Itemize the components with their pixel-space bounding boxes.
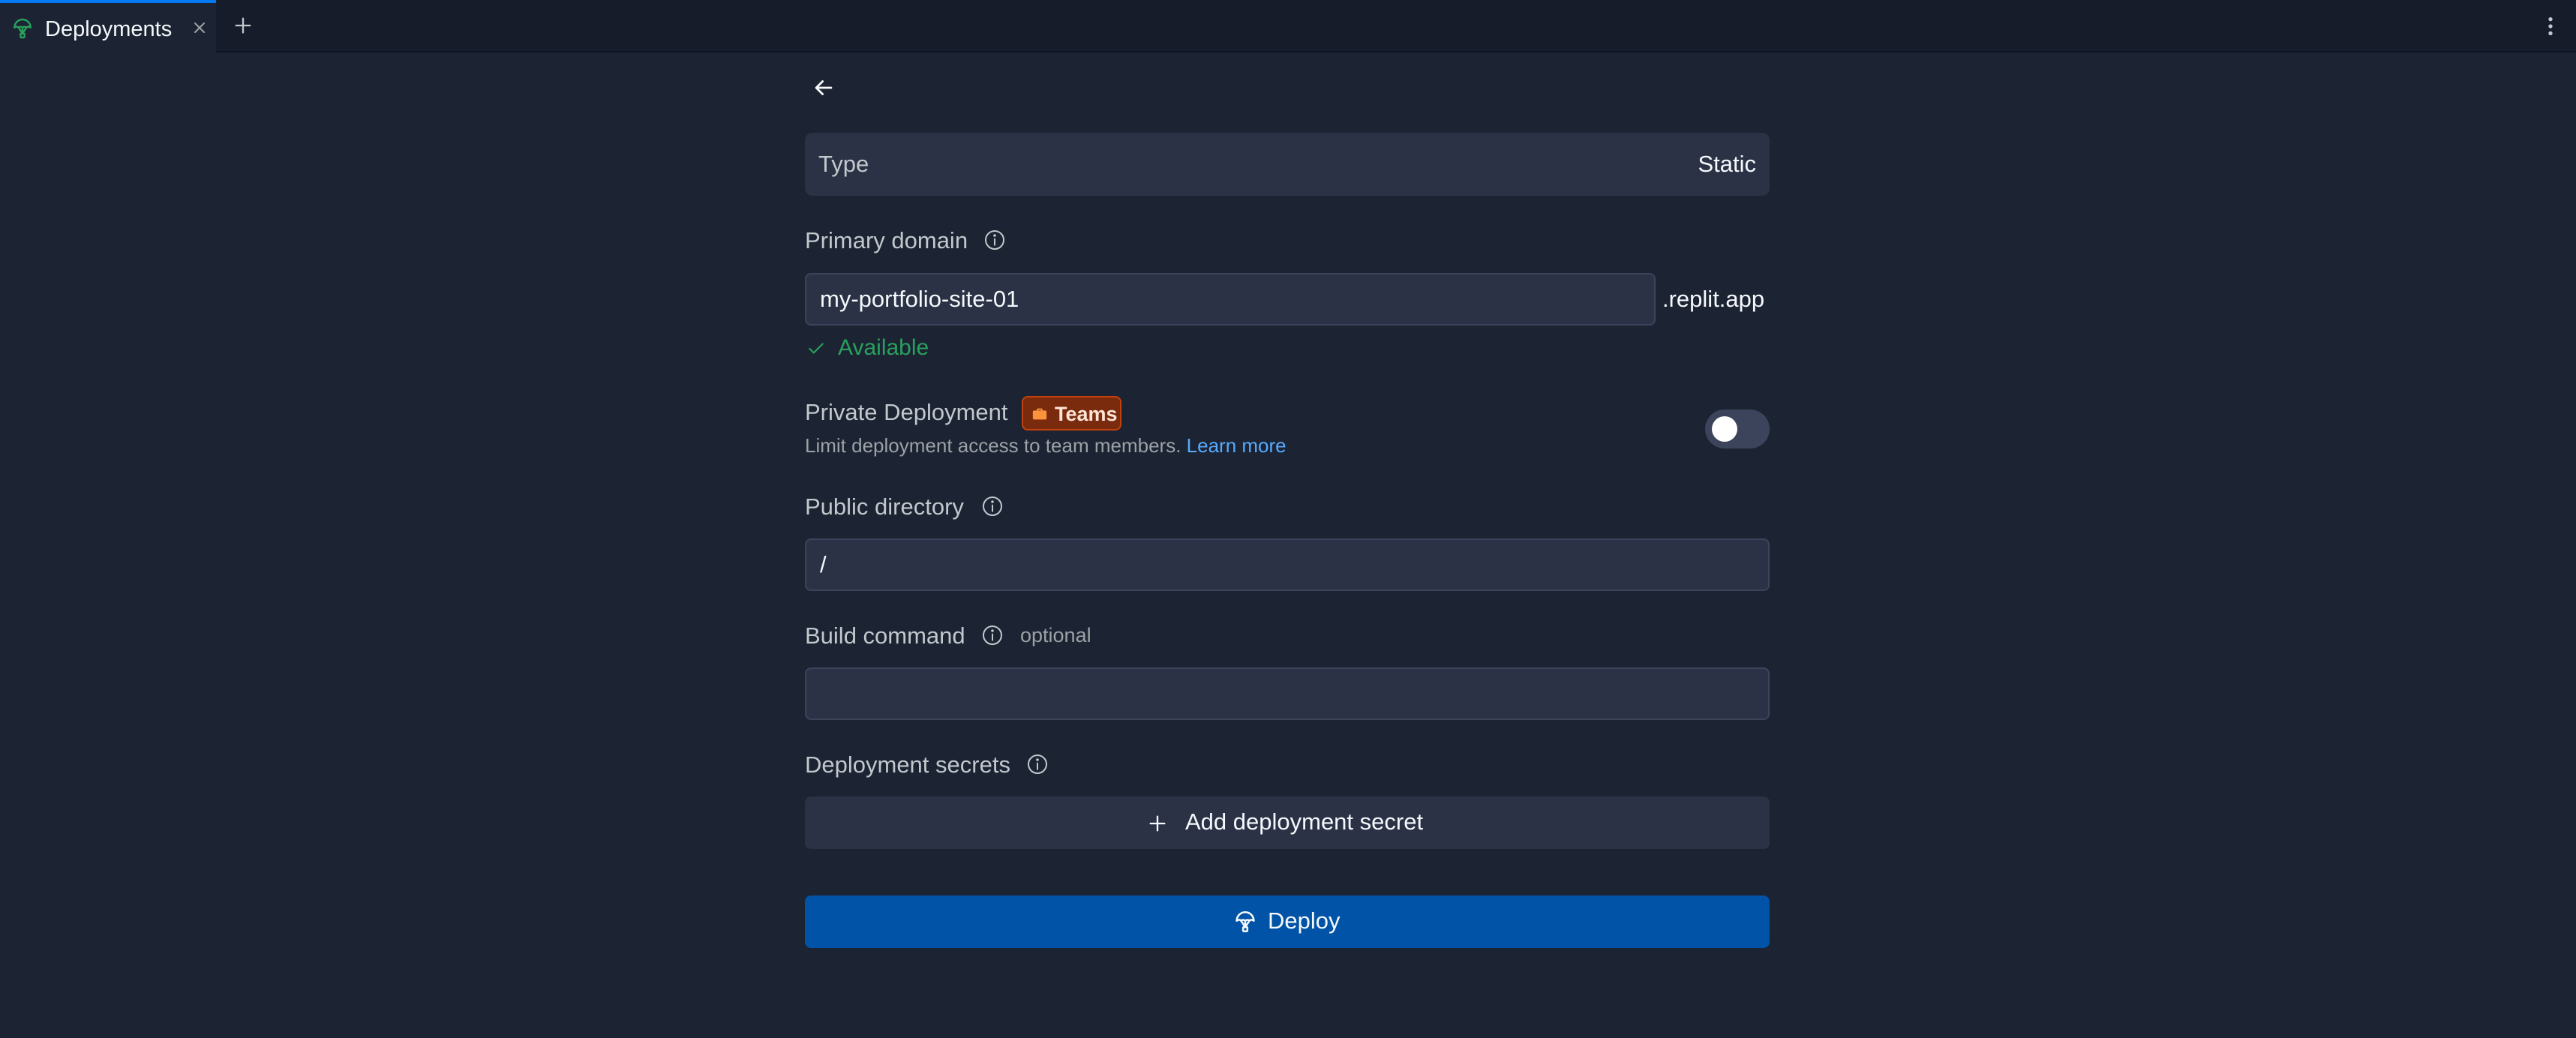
toggle-knob bbox=[1712, 416, 1737, 442]
arrow-left-icon[interactable] bbox=[811, 75, 836, 100]
info-icon[interactable] bbox=[980, 623, 1004, 647]
tab-label: Deployments bbox=[45, 17, 173, 41]
build-command-input[interactable] bbox=[805, 668, 1770, 720]
deploy-button[interactable]: Deploy bbox=[805, 896, 1770, 948]
tab-deployments[interactable]: Deployments bbox=[0, 0, 216, 52]
teams-badge: Teams bbox=[1022, 396, 1121, 430]
private-deployment-text: Limit deployment access to team members. bbox=[805, 434, 1181, 457]
info-icon[interactable] bbox=[983, 228, 1007, 252]
optional-tag: optional bbox=[1020, 624, 1091, 646]
primary-domain-input[interactable] bbox=[805, 273, 1656, 326]
tab-bar: Deployments bbox=[0, 0, 2576, 52]
primary-domain-label: Primary domain bbox=[805, 227, 968, 254]
availability-text: Available bbox=[838, 335, 929, 360]
more-options-icon[interactable] bbox=[2538, 14, 2562, 39]
private-deployment-toggle[interactable] bbox=[1705, 410, 1770, 448]
briefcase-icon bbox=[1032, 408, 1047, 420]
type-label: Type bbox=[818, 151, 869, 177]
deploy-label: Deploy bbox=[1268, 908, 1341, 934]
deployments-icon bbox=[14, 18, 32, 39]
learn-more-link[interactable]: Learn more bbox=[1187, 434, 1286, 457]
deployment-type-row: Type Static bbox=[805, 133, 1770, 196]
type-value: Static bbox=[1698, 151, 1756, 177]
deployments-icon bbox=[1235, 911, 1255, 933]
public-directory-input[interactable] bbox=[805, 538, 1770, 591]
close-icon[interactable] bbox=[191, 19, 209, 37]
add-deployment-secret-label: Add deployment secret bbox=[1185, 808, 1424, 835]
deployment-secrets-label: Deployment secrets bbox=[805, 752, 1010, 778]
info-icon[interactable] bbox=[1025, 752, 1049, 776]
domain-suffix: .replit.app bbox=[1662, 286, 1765, 312]
plus-icon[interactable] bbox=[233, 15, 254, 36]
check-icon bbox=[809, 343, 824, 354]
build-command-label: Build command bbox=[805, 622, 965, 649]
teams-badge-label: Teams bbox=[1055, 403, 1118, 425]
private-deployment-label: Private Deployment bbox=[805, 399, 1008, 425]
info-icon[interactable] bbox=[980, 494, 1004, 518]
plus-icon bbox=[1149, 815, 1166, 832]
public-directory-label: Public directory bbox=[805, 494, 964, 520]
add-deployment-secret-button[interactable]: Add deployment secret bbox=[805, 796, 1770, 849]
private-deployment-description: Limit deployment access to team members.… bbox=[805, 434, 1286, 458]
